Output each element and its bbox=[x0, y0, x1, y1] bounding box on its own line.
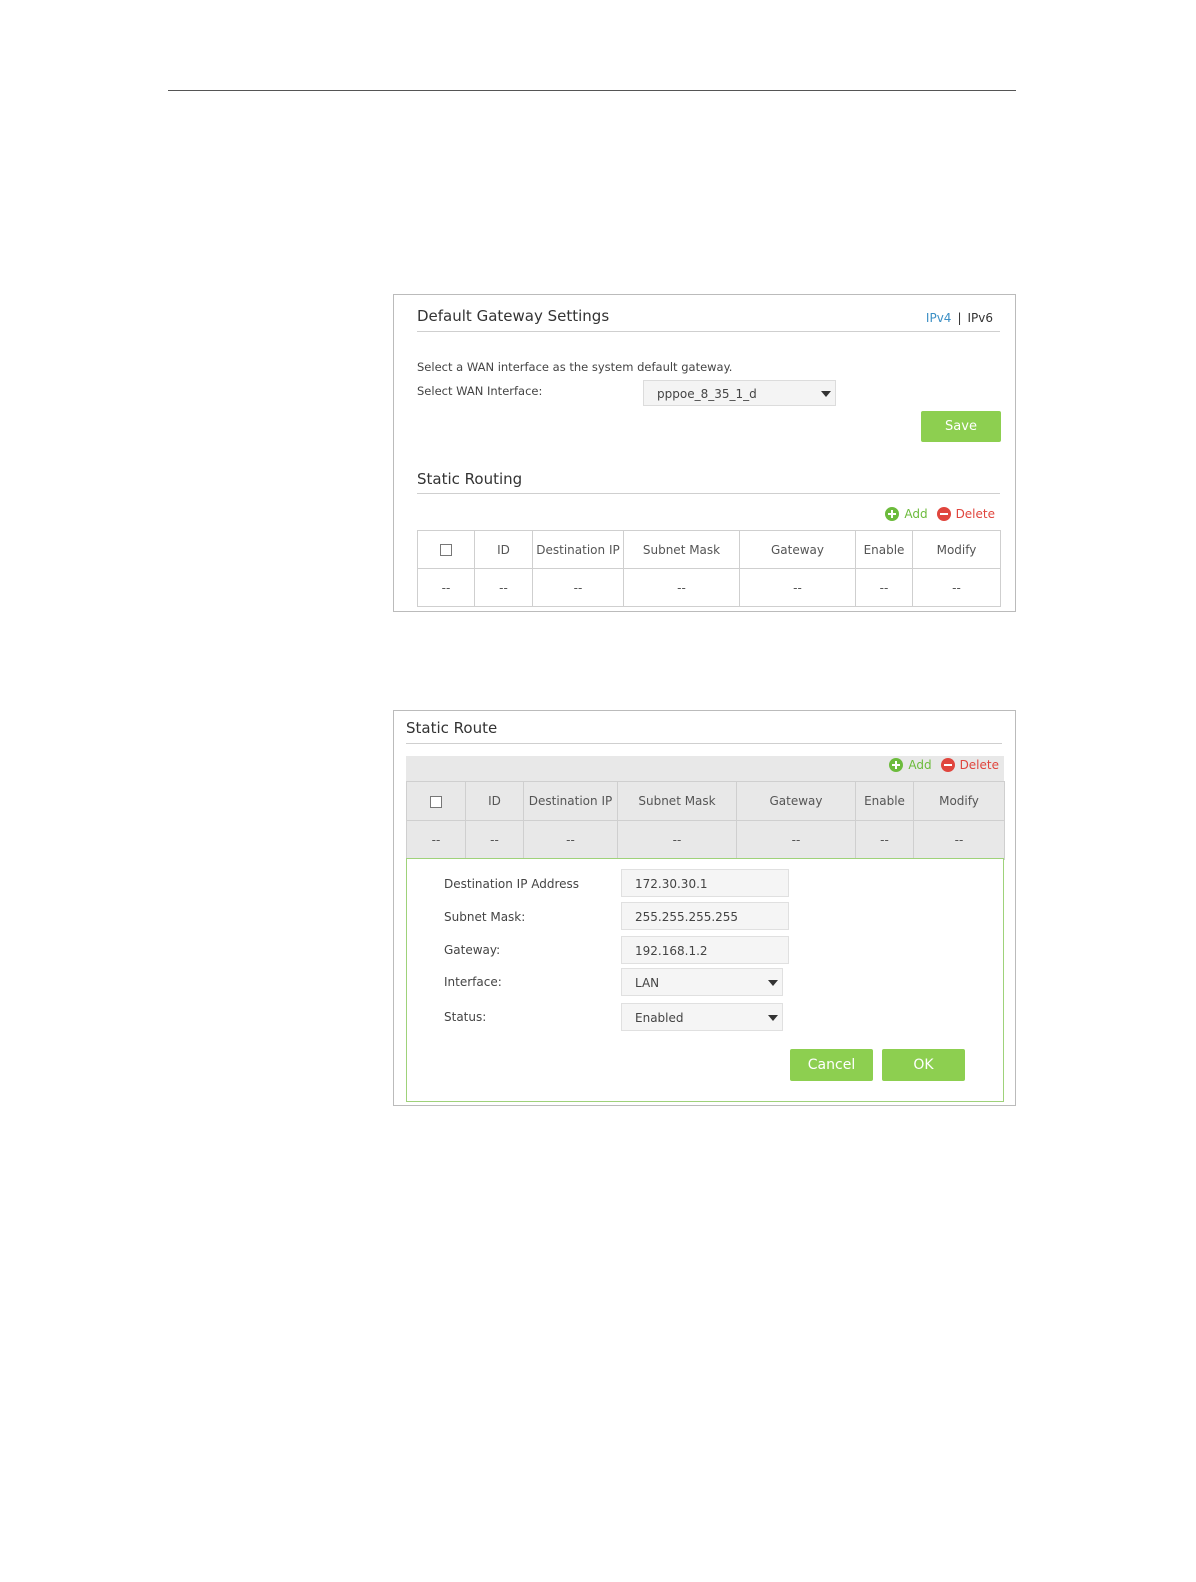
add-label: Add bbox=[908, 758, 932, 772]
table-cell: -- bbox=[913, 820, 1005, 860]
static-routing-title: Static Routing bbox=[417, 470, 523, 488]
static-route-table: ID Destination IP Subnet Mask Gateway En… bbox=[406, 781, 1005, 860]
chevron-down-icon bbox=[768, 980, 778, 986]
interface-label: Interface: bbox=[444, 975, 502, 989]
section-divider bbox=[417, 493, 1000, 494]
column-header: Subnet Mask bbox=[617, 781, 737, 821]
add-route-form: Destination IP Address 172.30.30.1 Subne… bbox=[406, 858, 1004, 1102]
static-route-panel: Static Route Add Delete ID Destination I… bbox=[393, 710, 1016, 1106]
save-button[interactable]: Save bbox=[921, 411, 1001, 442]
delete-label: Delete bbox=[959, 758, 999, 772]
title-divider bbox=[406, 743, 1002, 744]
gateway-input[interactable]: 192.168.1.2 bbox=[621, 936, 789, 964]
column-header: Modify bbox=[913, 781, 1005, 821]
chevron-down-icon bbox=[821, 391, 831, 397]
header-select-all bbox=[406, 781, 466, 821]
panel-title: Default Gateway Settings bbox=[417, 307, 610, 325]
column-header: Enable bbox=[855, 781, 914, 821]
wan-interface-value: pppoe_8_35_1_d bbox=[657, 387, 757, 401]
table-cell: -- bbox=[623, 568, 740, 607]
gateway-description: Select a WAN interface as the system def… bbox=[417, 360, 733, 374]
add-button[interactable]: Add bbox=[889, 758, 932, 772]
title-divider bbox=[417, 331, 1000, 332]
add-label: Add bbox=[904, 507, 928, 521]
table-cell: -- bbox=[532, 568, 624, 607]
panel-title: Static Route bbox=[406, 719, 498, 737]
status-value: Enabled bbox=[635, 1011, 684, 1025]
ipv4-link[interactable]: IPv4 bbox=[926, 311, 952, 325]
page-top-rule bbox=[168, 90, 1016, 91]
column-header: Modify bbox=[912, 530, 1001, 569]
status-label: Status: bbox=[444, 1010, 487, 1024]
ip-version-switch: IPv4 | IPv6 bbox=[926, 311, 993, 325]
table-row: -- -- -- -- -- -- -- bbox=[417, 568, 1001, 607]
table-cell: -- bbox=[855, 568, 913, 607]
table-cell: -- bbox=[523, 820, 618, 860]
table-cell: -- bbox=[406, 820, 466, 860]
link-separator: | bbox=[957, 311, 962, 325]
destination-ip-label: Destination IP Address bbox=[444, 877, 580, 891]
table-cell: -- bbox=[617, 820, 737, 860]
delete-button[interactable]: Delete bbox=[940, 758, 999, 772]
table-row: -- -- -- -- -- -- -- bbox=[406, 820, 1005, 860]
table-cell: -- bbox=[739, 568, 856, 607]
table-actions: Add Delete bbox=[885, 507, 995, 521]
table-cell: -- bbox=[912, 568, 1001, 607]
subnet-mask-input[interactable]: 255.255.255.255 bbox=[621, 902, 789, 930]
column-header: ID bbox=[465, 781, 524, 821]
default-gateway-panel: Default Gateway Settings IPv4 | IPv6 Selec… bbox=[393, 294, 1016, 612]
subnet-mask-label: Subnet Mask: bbox=[444, 910, 526, 924]
delete-label: Delete bbox=[955, 507, 995, 521]
column-header: ID bbox=[474, 530, 533, 569]
status-select[interactable]: Enabled bbox=[621, 1003, 783, 1031]
interface-value: LAN bbox=[635, 976, 660, 990]
static-routing-table: ID Destination IP Subnet Mask Gateway En… bbox=[417, 530, 1001, 607]
select-all-checkbox[interactable] bbox=[430, 795, 442, 808]
gateway-label: Gateway: bbox=[444, 943, 501, 957]
table-header-row: ID Destination IP Subnet Mask Gateway En… bbox=[417, 530, 1001, 569]
destination-ip-input[interactable]: 172.30.30.1 bbox=[621, 869, 789, 897]
header-select-all bbox=[417, 530, 475, 569]
ok-button[interactable]: OK bbox=[882, 1049, 965, 1081]
table-cell: -- bbox=[855, 820, 914, 860]
column-header: Gateway bbox=[736, 781, 856, 821]
table-cell: -- bbox=[736, 820, 856, 860]
table-cell: -- bbox=[474, 568, 533, 607]
wan-interface-select[interactable]: pppoe_8_35_1_d bbox=[643, 380, 836, 406]
table-cell: -- bbox=[417, 568, 475, 607]
column-header: Destination IP bbox=[532, 530, 624, 569]
minus-circle-icon bbox=[936, 507, 951, 521]
interface-select[interactable]: LAN bbox=[621, 968, 783, 996]
column-header: Enable bbox=[855, 530, 913, 569]
column-header: Gateway bbox=[739, 530, 856, 569]
ipv6-link[interactable]: IPv6 bbox=[967, 311, 993, 325]
plus-circle-icon bbox=[885, 507, 900, 521]
column-header: Subnet Mask bbox=[623, 530, 740, 569]
plus-circle-icon bbox=[889, 758, 904, 772]
table-actions: Add Delete bbox=[889, 758, 999, 772]
table-header-row: ID Destination IP Subnet Mask Gateway En… bbox=[406, 781, 1005, 821]
chevron-down-icon bbox=[768, 1015, 778, 1021]
select-all-checkbox[interactable] bbox=[440, 544, 452, 556]
table-cell: -- bbox=[465, 820, 524, 860]
column-header: Destination IP bbox=[523, 781, 618, 821]
cancel-button[interactable]: Cancel bbox=[790, 1049, 873, 1081]
add-button[interactable]: Add bbox=[885, 507, 928, 521]
minus-circle-icon bbox=[940, 758, 955, 772]
delete-button[interactable]: Delete bbox=[936, 507, 995, 521]
wan-interface-label: Select WAN Interface: bbox=[417, 384, 543, 398]
